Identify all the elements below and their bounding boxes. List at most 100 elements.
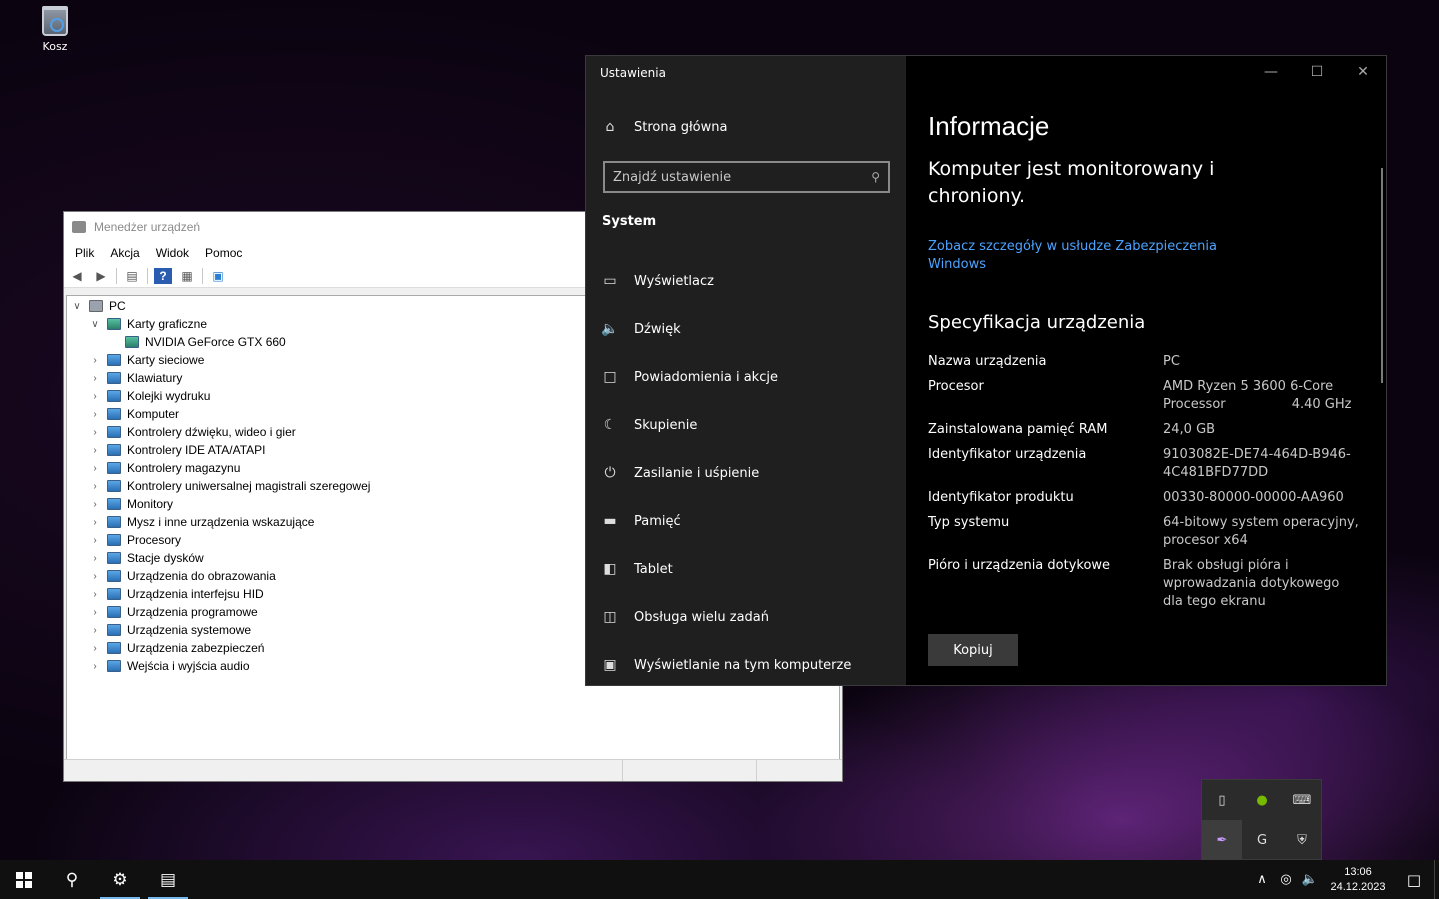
usb-eject-icon[interactable]: ▯: [1202, 780, 1242, 820]
recycle-bin-label: Kosz: [42, 40, 68, 53]
menu-help[interactable]: Pomoc: [197, 246, 250, 260]
clock-time: 13:06: [1344, 865, 1372, 878]
device-category-icon: [107, 462, 121, 474]
show-desktop-button[interactable]: [1434, 860, 1439, 899]
expand-chevron-icon[interactable]: ›: [89, 553, 101, 564]
logitech-icon[interactable]: G: [1242, 820, 1282, 860]
expand-chevron-icon[interactable]: ›: [89, 661, 101, 672]
tree-category-label: Urządzenia interfejsu HID: [127, 587, 264, 601]
device-category-icon: [107, 570, 121, 582]
display-adapter-icon: [107, 318, 121, 330]
toolbar-separator: [147, 267, 148, 284]
security-shield-icon[interactable]: ⛨: [1282, 820, 1322, 860]
action-center-icon[interactable]: □: [1394, 871, 1434, 889]
tree-category-label: Klawiatury: [127, 371, 183, 385]
menu-action[interactable]: Akcja: [102, 246, 147, 260]
device-category-icon: [107, 552, 121, 564]
taskbar-device-manager-icon[interactable]: ▤: [144, 860, 192, 899]
expand-chevron-icon[interactable]: ›: [89, 589, 101, 600]
expand-chevron-icon[interactable]: ›: [89, 355, 101, 366]
expand-chevron-icon[interactable]: ›: [89, 427, 101, 438]
expand-chevron-icon[interactable]: ›: [89, 571, 101, 582]
taskbar-search-icon[interactable]: ⚲: [48, 860, 96, 899]
menu-file[interactable]: Plik: [67, 246, 102, 260]
menu-view[interactable]: Widok: [148, 246, 197, 260]
expand-chevron-icon[interactable]: ›: [89, 607, 101, 618]
tree-category-label: Mysz i inne urządzenia wskazujące: [127, 515, 315, 529]
spec-row: Typ systemu 64-bitowy system operacyjny, …: [928, 514, 1368, 550]
multitask-icon: ◫: [603, 609, 617, 625]
expand-chevron-icon[interactable]: ›: [89, 625, 101, 636]
pen-icon[interactable]: ✒: [1202, 820, 1242, 860]
nav-home[interactable]: ⌂ Strona główna: [602, 119, 728, 135]
forward-arrow-icon[interactable]: ▶: [92, 268, 110, 284]
spec-list: Nazwa urządzenia PC Procesor AMD Ryzen 5 36…: [928, 353, 1368, 611]
device-category-icon: [107, 642, 121, 654]
nav-item[interactable]: ▣ Wyświetlanie na tym komputerze: [602, 641, 851, 689]
settings-nav-list: ▭ Wyświetlacz 🔈 Dźwięk □ Powiadomienia i akcj…: [601, 257, 851, 689]
collapse-chevron-icon[interactable]: ∨: [89, 319, 101, 330]
nav-item[interactable]: □ Powiadomienia i akcje: [602, 353, 851, 401]
recycle-bin[interactable]: Kosz: [30, 6, 80, 53]
close-icon[interactable]: ✕: [1340, 56, 1386, 88]
taskbar-settings-gear-icon[interactable]: ⚙: [96, 860, 144, 899]
toolbar-separator: [116, 267, 117, 284]
keyboard-icon[interactable]: ⌨: [1282, 780, 1322, 820]
network-globe-icon[interactable]: ◎: [1274, 872, 1298, 887]
expand-chevron-icon[interactable]: ›: [89, 463, 101, 474]
minimize-icon[interactable]: —: [1248, 56, 1294, 88]
tree-category-label: Komputer: [127, 407, 180, 421]
nav-item[interactable]: ▭ Wyświetlacz: [602, 257, 851, 305]
search-icon[interactable]: ⚲: [871, 170, 880, 184]
maximize-icon[interactable]: ☐: [1294, 56, 1340, 88]
nav-item[interactable]: 🔈 Dźwięk: [601, 305, 851, 353]
spec-value: 64-bitowy system operacyjny, procesor x6…: [1163, 515, 1363, 548]
copy-button[interactable]: Kopiuj: [928, 634, 1018, 666]
nvidia-icon[interactable]: ●: [1242, 780, 1282, 820]
help-icon[interactable]: ?: [154, 267, 172, 284]
search-input[interactable]: [613, 169, 853, 185]
start-button[interactable]: [0, 860, 48, 899]
device-category-icon: [107, 516, 121, 528]
tree-category-label: Kontrolery dźwięku, wideo i gier: [127, 425, 296, 439]
tree-category-label: Monitory: [127, 497, 174, 511]
settings-content: — ☐ ✕ Informacje Komputer jest monitorow…: [906, 56, 1386, 685]
taskbar-clock[interactable]: 13:06 24.12.2023: [1322, 865, 1394, 895]
expand-chevron-icon[interactable]: ›: [89, 409, 101, 420]
expand-chevron-icon[interactable]: ›: [89, 499, 101, 510]
nav-item[interactable]: ⏻ Zasilanie i uśpienie: [602, 449, 851, 497]
nav-item[interactable]: ▬ Pamięć: [602, 497, 851, 545]
about-page: Informacje Komputer jest monitorowany i …: [928, 111, 1368, 666]
spec-value: 00330-80000-00000-AA960: [1163, 490, 1344, 505]
scrollbar[interactable]: [1381, 168, 1383, 383]
back-arrow-icon[interactable]: ◀: [68, 268, 86, 284]
expand-chevron-icon[interactable]: ›: [89, 517, 101, 528]
scan-hardware-icon[interactable]: ▣: [209, 268, 227, 284]
details-window-icon[interactable]: ▦: [178, 268, 196, 284]
nav-item[interactable]: ◧ Tablet: [602, 545, 851, 593]
expand-chevron-icon[interactable]: ›: [89, 535, 101, 546]
spec-section-title: Specyfikacja urządzenia: [928, 312, 1146, 333]
nav-item[interactable]: ◫ Obsługa wielu zadań: [602, 593, 851, 641]
settings-title: Ustawienia: [600, 66, 666, 80]
collapse-chevron-icon[interactable]: ∨: [71, 301, 83, 312]
device-category-icon: [107, 408, 121, 420]
expand-chevron-icon[interactable]: ›: [89, 481, 101, 492]
tree-category-label: Kontrolery IDE ATA/ATAPI: [127, 443, 266, 457]
expand-chevron-icon[interactable]: ›: [89, 643, 101, 654]
settings-search[interactable]: ⚲: [603, 161, 890, 193]
device-category-icon: [107, 498, 121, 510]
security-details-link[interactable]: Zobacz szczegóły w usłudze Zabezpieczeni…: [928, 238, 1228, 274]
expand-chevron-icon[interactable]: ›: [89, 445, 101, 456]
protection-status: Komputer jest monitorowany i chroniony.: [928, 158, 1215, 207]
nav-item[interactable]: ☾ Skupienie: [602, 401, 851, 449]
settings-window[interactable]: Ustawienia ⌂ Strona główna ⚲ System ▭ Wyś…: [585, 55, 1387, 686]
tree-category-label: Kolejki wydruku: [127, 389, 211, 403]
volume-icon[interactable]: 🔈: [1298, 872, 1322, 887]
expand-chevron-icon[interactable]: ›: [89, 373, 101, 384]
show-hidden-icons-chevron-icon[interactable]: ∧: [1250, 872, 1274, 887]
properties-window-icon[interactable]: ▤: [123, 268, 141, 284]
expand-chevron-icon[interactable]: ›: [89, 391, 101, 402]
page-title: Informacje: [928, 111, 1050, 141]
nav-item-label: Tablet: [634, 561, 673, 577]
